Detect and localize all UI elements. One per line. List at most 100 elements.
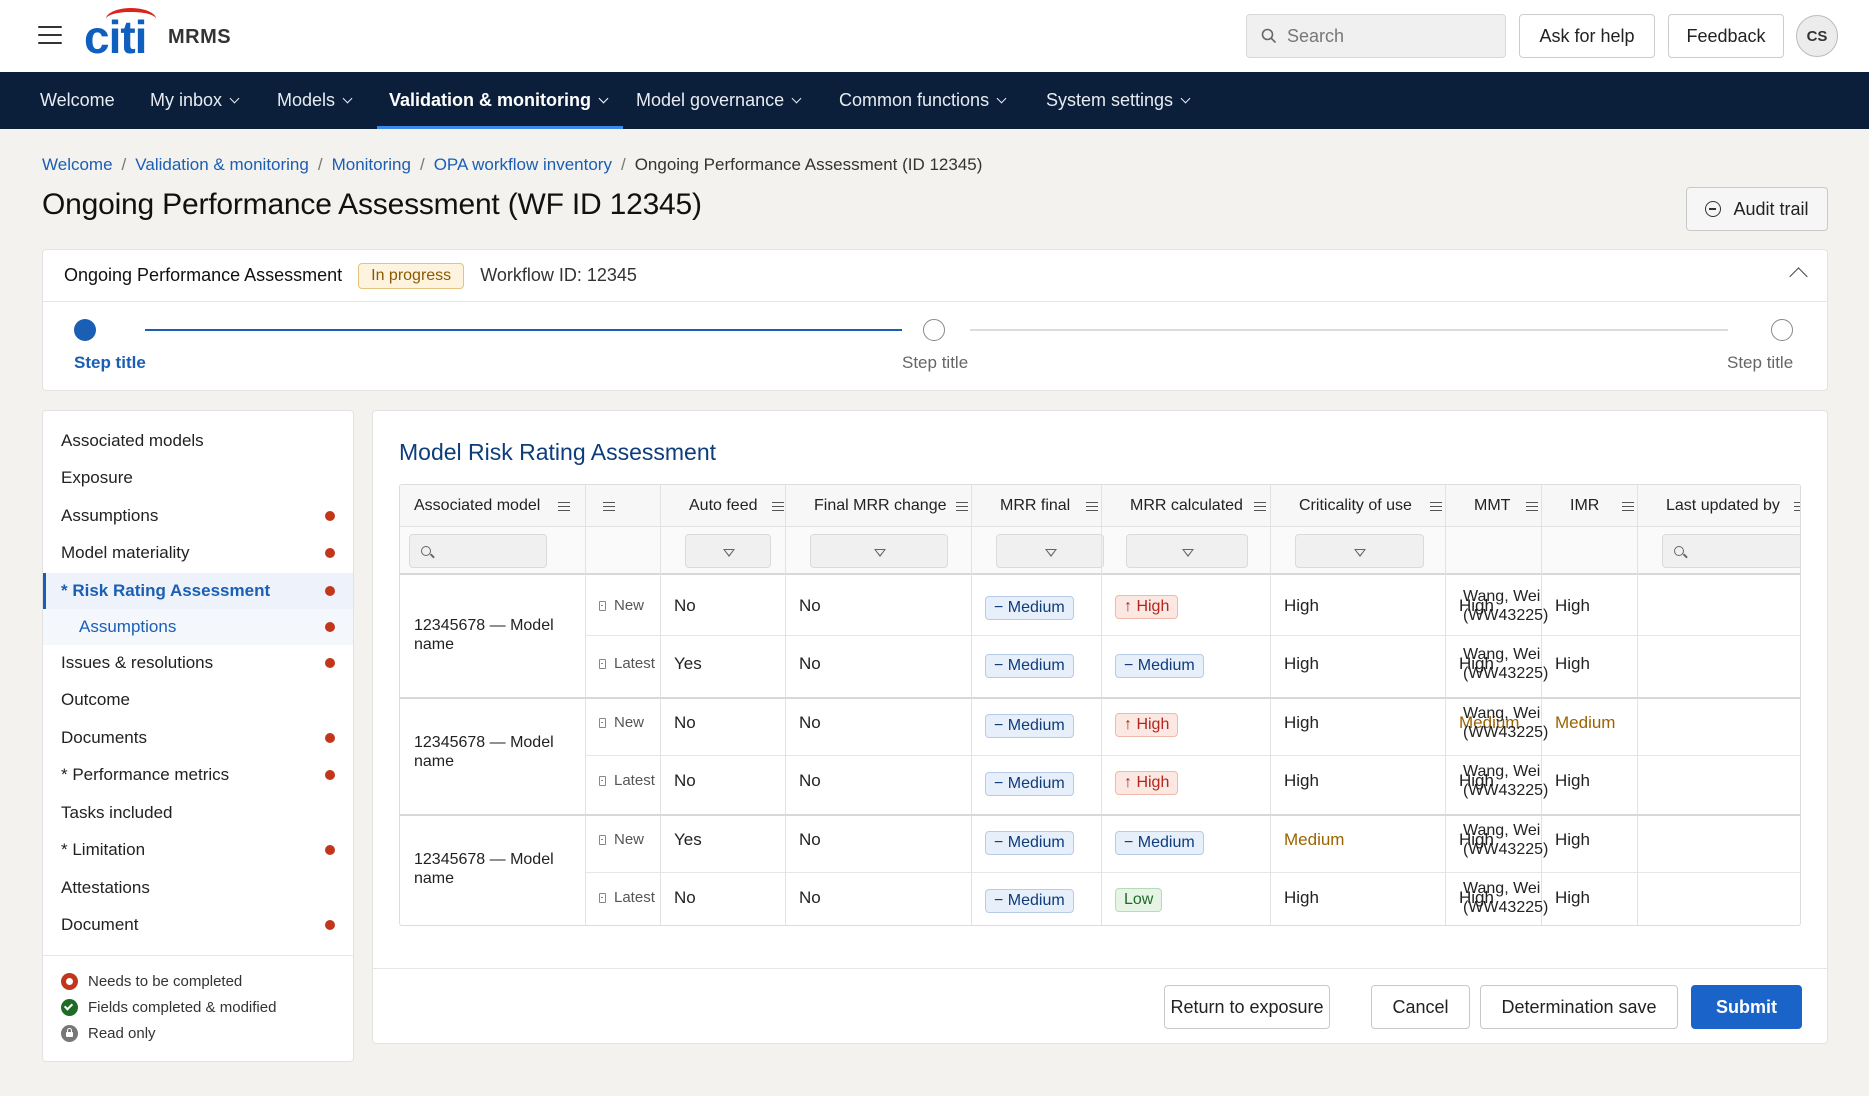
step-1-label[interactable]: Step title (74, 353, 146, 373)
sidebar-item-assumptions[interactable]: Assumptions (43, 498, 353, 534)
submit-button[interactable]: Submit (1691, 985, 1802, 1029)
column-menu-icon[interactable] (1622, 502, 1634, 511)
chevron-down-icon (342, 93, 353, 103)
final-mrr-change-value: No (799, 888, 821, 907)
sidebar-item-attestations[interactable]: Attestations (43, 870, 353, 906)
step-2-dot[interactable] (923, 319, 945, 341)
sidebar-item-limitation[interactable]: * Limitation (43, 832, 353, 868)
mrr-calculated-filter[interactable] (1126, 534, 1248, 568)
filter-icon (1354, 549, 1366, 557)
sidebar-item-associated-models[interactable]: Associated models (43, 423, 353, 459)
sidebar-item-performance-metrics[interactable]: * Performance metrics (43, 757, 353, 793)
col-header-criticality-of-use[interactable]: Criticality of use (1285, 485, 1412, 527)
sidebar-item-exposure[interactable]: Exposure (43, 460, 353, 496)
mrr-final-filter[interactable] (996, 534, 1104, 568)
version-icon (599, 717, 606, 728)
nav-validation-monitoring[interactable]: Validation & monitoring (377, 72, 623, 129)
chevron-up-icon[interactable] (1789, 267, 1808, 286)
column-menu-icon[interactable] (956, 502, 968, 511)
ask-for-help-button[interactable]: Ask for help (1519, 14, 1655, 58)
citi-logo[interactable]: citi (84, 8, 156, 60)
auto-feed-filter[interactable] (685, 534, 771, 568)
col-header-imr[interactable]: IMR (1556, 485, 1599, 527)
column-menu-icon[interactable] (1526, 502, 1538, 511)
step-3-label[interactable]: Step title (1727, 353, 1793, 373)
nav-system-settings[interactable]: System settings (1046, 72, 1191, 129)
avatar[interactable]: CS (1796, 15, 1838, 57)
col-header-last-updated-by[interactable]: Last updated by (1652, 485, 1780, 527)
row-separator (585, 635, 1800, 636)
sidebar-item-outcome[interactable]: Outcome (43, 682, 353, 718)
breadcrumb-separator: / (317, 155, 323, 174)
search-input[interactable] (1287, 25, 1487, 47)
associated-model-name[interactable]: 12345678 — Model name (414, 616, 574, 654)
nav-my-inbox[interactable]: My inbox (150, 72, 240, 129)
app-name: MRMS (168, 26, 232, 48)
associated-model-name[interactable]: 12345678 — Model name (414, 850, 574, 888)
column-menu-icon[interactable] (603, 502, 615, 511)
row-separator (585, 872, 1800, 873)
sidebar-item-tasks-included[interactable]: Tasks included (43, 795, 353, 831)
updated-name: Wang, Wei (1463, 763, 1541, 780)
col-header-mmt[interactable]: MMT (1460, 485, 1510, 527)
col-header-label: Final MRR change (814, 497, 947, 514)
sidebar-item-documents[interactable]: Documents (43, 720, 353, 756)
legend-label: Read only (88, 1024, 156, 1042)
sidebar-item-document[interactable]: Document (43, 907, 353, 943)
column-menu-icon[interactable] (772, 502, 784, 511)
version-tag: Latest (599, 889, 655, 906)
breadcrumb-validation-monitoring[interactable]: Validation & monitoring (135, 155, 309, 175)
criticality-filter[interactable] (1295, 534, 1424, 568)
criticality-value: High (1284, 713, 1319, 732)
feedback-button[interactable]: Feedback (1668, 14, 1784, 58)
nav-model-governance[interactable]: Model governance (636, 72, 802, 129)
nav-models[interactable]: Models (277, 72, 353, 129)
updated-id: (WW43225) (1463, 665, 1549, 682)
imr-value: High (1555, 888, 1590, 907)
step-2-label[interactable]: Step title (902, 353, 968, 373)
return-to-exposure-button[interactable]: Return to exposure (1164, 985, 1330, 1029)
column-menu-icon[interactable] (1794, 502, 1800, 511)
determination-save-button[interactable]: Determination save (1480, 985, 1678, 1029)
sidebar-subitem-assumptions[interactable]: Assumptions (43, 609, 353, 645)
col-header-final-mrr-change[interactable]: Final MRR change (800, 485, 947, 527)
column-menu-icon[interactable] (1430, 502, 1442, 511)
sidebar-item-risk-rating-assessment[interactable]: * Risk Rating Assessment (43, 573, 353, 609)
chevron-down-icon (598, 93, 609, 103)
search-icon (421, 546, 431, 556)
column-menu-icon[interactable] (1254, 502, 1266, 511)
breadcrumb-opa-workflow-inventory[interactable]: OPA workflow inventory (434, 155, 612, 175)
hamburger-menu-icon[interactable] (38, 26, 62, 46)
col-header-label: Associated model (414, 497, 541, 514)
sidebar-item-label: Attestations (61, 878, 150, 897)
step-1-dot[interactable] (74, 319, 96, 341)
nav-welcome[interactable]: Welcome (40, 72, 115, 129)
final-mrr-change-filter[interactable] (810, 534, 948, 568)
version-label: New (614, 597, 645, 614)
breadcrumb-separator: / (419, 155, 425, 174)
col-header-auto-feed[interactable]: Auto feed (675, 485, 758, 527)
column-menu-icon[interactable] (1086, 502, 1098, 511)
breadcrumb-welcome[interactable]: Welcome (42, 155, 113, 175)
audit-trail-button[interactable]: Audit trail (1686, 187, 1828, 231)
grid-line (1101, 485, 1102, 925)
last-updated-search-filter[interactable] (1662, 534, 1800, 568)
sidebar-item-issues-resolutions[interactable]: Issues & resolutions (43, 645, 353, 681)
model-search-filter[interactable] (409, 534, 547, 568)
auto-feed-value: No (674, 888, 696, 907)
breadcrumb-current: Ongoing Performance Assessment (ID 12345… (634, 155, 983, 174)
version-icon (599, 775, 606, 786)
column-menu-icon[interactable] (558, 502, 570, 511)
step-3-dot[interactable] (1771, 319, 1793, 341)
col-header-mrr-final[interactable]: MRR final (986, 485, 1070, 527)
cancel-button[interactable]: Cancel (1371, 985, 1470, 1029)
mrr-final-badge: − Medium (985, 831, 1074, 855)
required-dot-icon (325, 920, 335, 930)
sidebar-item-model-materiality[interactable]: Model materiality (43, 535, 353, 571)
nav-common-functions[interactable]: Common functions (839, 72, 1007, 129)
breadcrumb-monitoring[interactable]: Monitoring (332, 155, 411, 175)
associated-model-name[interactable]: 12345678 — Model name (414, 733, 574, 771)
col-header-mrr-calculated[interactable]: MRR calculated (1116, 485, 1243, 527)
search-box[interactable] (1246, 14, 1506, 58)
col-header-associated-model[interactable]: Associated model (400, 485, 540, 527)
